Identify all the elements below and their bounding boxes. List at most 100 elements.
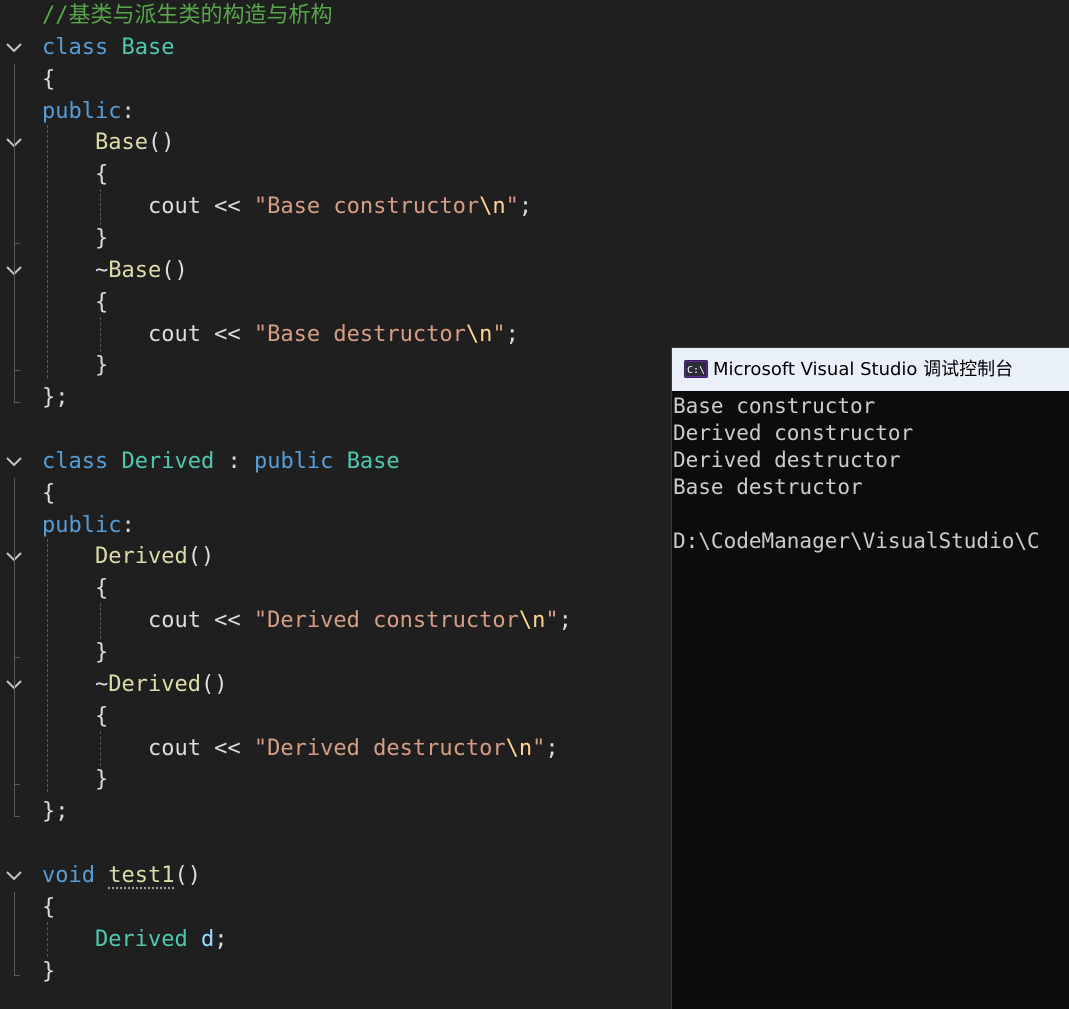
code-line[interactable]: public:	[42, 510, 135, 542]
fold-range-end	[14, 656, 20, 658]
fold-range-end	[14, 402, 20, 404]
code-token: ;	[518, 194, 533, 220]
code-line[interactable]: }	[42, 350, 108, 382]
code-token: "Derived constructor	[253, 608, 519, 634]
code-line[interactable]: };	[42, 382, 69, 414]
console-output-line: Derived constructor	[673, 421, 914, 445]
code-token: ;	[214, 926, 228, 952]
code-line[interactable]: void test1()	[42, 860, 201, 892]
code-token: \n	[465, 321, 493, 347]
code-token: };	[42, 385, 69, 411]
code-line[interactable]: {	[42, 573, 108, 605]
fold-range-end	[14, 816, 20, 818]
code-token: {	[42, 162, 109, 188]
code-token: Base	[108, 257, 162, 283]
code-token: \n	[505, 735, 533, 761]
code-token: "Derived destructor	[253, 735, 506, 761]
indent-guide	[100, 730, 101, 767]
fold-range-end	[14, 975, 20, 977]
indent-guide	[14, 891, 15, 976]
code-line[interactable]: ~Derived()	[42, 669, 227, 701]
code-line[interactable]: }	[42, 956, 55, 988]
code-token: }	[42, 353, 109, 379]
code-line[interactable]: ~Base()	[42, 255, 188, 287]
code-token: public	[253, 448, 334, 474]
fold-chevron-down-icon[interactable]	[5, 867, 23, 885]
code-token: ()	[187, 544, 215, 570]
code-token: ()	[161, 257, 188, 283]
indent-guide	[47, 539, 48, 793]
code-token: Derived	[94, 544, 188, 570]
code-token: ~	[42, 671, 109, 697]
code-line[interactable]: public:	[42, 96, 135, 128]
code-line[interactable]: Derived d;	[42, 924, 227, 956]
code-token: Derived	[121, 448, 215, 474]
code-token: cout <<	[42, 735, 254, 761]
code-line[interactable]: //基类与派生类的构造与析构	[42, 0, 333, 32]
code-line[interactable]: class Base	[42, 32, 174, 64]
code-token: class	[42, 34, 109, 60]
code-line[interactable]: Derived()	[42, 541, 214, 573]
code-token: //基类与派生类的构造与析构	[42, 3, 333, 28]
indent-guide	[14, 159, 15, 243]
code-token: {	[42, 66, 56, 92]
code-token: }	[42, 958, 56, 984]
code-token: {	[42, 480, 56, 506]
fold-range-end	[14, 242, 20, 244]
fold-chevron-down-icon[interactable]	[5, 39, 23, 57]
code-token: "	[505, 194, 519, 220]
code-token: Base	[346, 448, 400, 474]
code-token: "Base destructor	[253, 321, 466, 347]
code-line[interactable]: {	[42, 64, 55, 96]
code-token: Base	[94, 130, 148, 156]
debug-console-window[interactable]: C:\ Microsoft Visual Studio 调试控制台 Base c…	[671, 347, 1069, 1009]
code-line[interactable]: }	[42, 637, 108, 669]
code-line[interactable]: };	[42, 796, 69, 828]
code-token: "Base constructor	[253, 194, 480, 220]
console-output-line: D:\CodeManager\VisualStudio\C	[673, 529, 1040, 553]
indent-guide	[100, 189, 101, 225]
code-token: Derived	[94, 926, 188, 952]
code-token: cout <<	[42, 608, 254, 634]
code-line[interactable]: {	[42, 892, 55, 924]
console-titlebar[interactable]: C:\ Microsoft Visual Studio 调试控制台	[672, 348, 1069, 391]
code-line[interactable]: {	[42, 159, 108, 191]
fold-range-end	[14, 370, 20, 372]
code-token: \n	[479, 194, 506, 220]
code-line[interactable]: {	[42, 701, 108, 733]
code-token: :	[121, 512, 135, 538]
indent-guide	[14, 286, 15, 371]
code-token: ;	[505, 321, 519, 347]
code-line[interactable]: class Derived : public Base	[42, 446, 400, 478]
code-token: void	[42, 862, 95, 888]
fold-chevron-down-icon[interactable]	[5, 453, 23, 471]
code-line[interactable]: cout << "Base destructor\n";	[42, 319, 519, 351]
code-token: {	[42, 576, 109, 602]
indent-guide	[100, 603, 101, 639]
code-token: class	[42, 448, 109, 474]
indent-guide	[100, 316, 101, 353]
code-token: ()	[200, 671, 228, 697]
indent-guide	[47, 921, 48, 958]
code-line[interactable]: }	[42, 223, 108, 255]
code-line[interactable]: {	[42, 478, 55, 510]
code-token: }	[42, 225, 109, 251]
code-line[interactable]: cout << "Base constructor\n";	[42, 191, 532, 223]
code-line[interactable]: {	[42, 287, 108, 319]
code-token: d	[200, 926, 215, 952]
code-token: cout <<	[42, 321, 254, 347]
console-output-line: Base constructor	[673, 394, 876, 418]
code-line[interactable]: }	[42, 764, 108, 796]
console-window-icon: C:\	[684, 360, 708, 378]
code-token: ;	[558, 608, 572, 634]
code-token: {	[42, 289, 109, 315]
code-line[interactable]: cout << "Derived destructor\n";	[42, 733, 559, 765]
code-line[interactable]: Base()	[42, 127, 174, 159]
code-token: test1	[108, 862, 175, 888]
code-line[interactable]: cout << "Derived constructor\n";	[42, 605, 572, 637]
